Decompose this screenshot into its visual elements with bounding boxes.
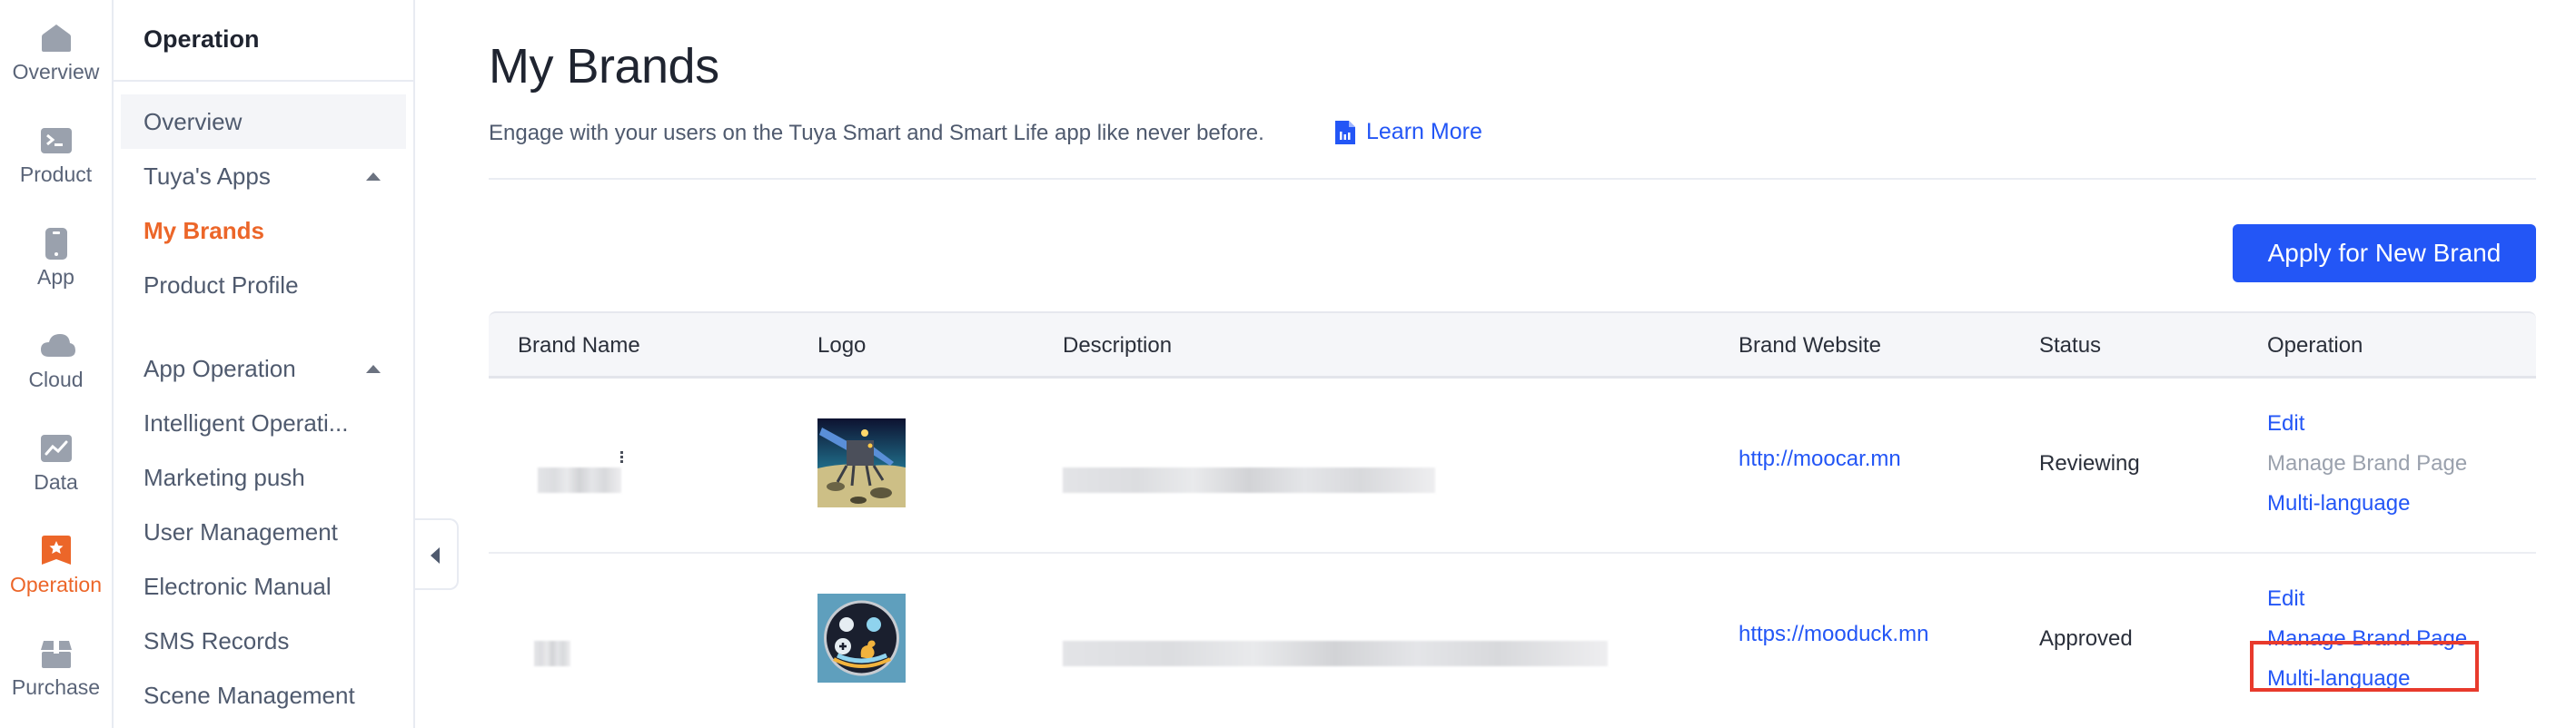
brand-website-link[interactable]: http://moocar.mn: [1739, 447, 1901, 472]
menu-item-label: User Management: [144, 518, 338, 546]
description-blurred: [1063, 641, 1608, 666]
rail-item-data[interactable]: Data: [0, 432, 112, 495]
cloud-icon: [40, 330, 75, 362]
brand-name-blurred: [538, 467, 621, 493]
apply-new-brand-button[interactable]: Apply for New Brand: [2233, 224, 2536, 282]
page-description: Engage with your users on the Tuya Smart…: [489, 121, 1264, 145]
rail-item-operation[interactable]: Operation: [0, 535, 112, 597]
brand-logo-duck-badge: [817, 594, 906, 683]
rail-label: App: [37, 265, 74, 289]
star-bookmark-icon: [40, 535, 73, 567]
brand-logo-lunar-lander: [817, 418, 906, 507]
menu-group-app-operation[interactable]: App Operation: [121, 341, 406, 396]
rail-item-cloud[interactable]: Cloud: [0, 330, 112, 392]
rail-item-purchase[interactable]: Purchase: [0, 637, 112, 700]
status-text: Reviewing: [2039, 451, 2140, 476]
icon-rail: Overview Product App Cloud Data Operatio…: [0, 0, 114, 728]
column-header-brand-name: Brand Name: [518, 333, 640, 358]
rail-label: Operation: [9, 573, 102, 596]
home-icon: [40, 22, 73, 54]
chevron-left-icon: [431, 547, 440, 564]
status-text: Approved: [2039, 626, 2133, 651]
description-blurred: [1063, 467, 1435, 493]
box-icon: [40, 637, 73, 670]
column-header-logo: Logo: [817, 333, 867, 358]
rail-label: Data: [34, 470, 78, 494]
rail-label: Purchase: [11, 675, 101, 699]
blurred-text-marker: [620, 451, 624, 466]
column-header-operation: Operation: [2267, 333, 2363, 358]
menu-item-marketing-push[interactable]: Marketing push: [121, 450, 406, 505]
caret-up-icon: [366, 365, 381, 373]
menu-item-electronic-manual[interactable]: Electronic Manual: [121, 559, 406, 614]
column-header-description: Description: [1063, 333, 1173, 358]
menu-item-label: Tuya's Apps: [144, 162, 271, 190]
rail-label: Overview: [12, 60, 100, 84]
chart-icon: [40, 432, 73, 465]
rail-item-product[interactable]: Product: [0, 124, 112, 187]
column-header-brand-website: Brand Website: [1739, 333, 1881, 358]
table-row: http://moocar.mn Reviewing Edit Manage B…: [489, 379, 2536, 554]
menu-item-sms-records[interactable]: SMS Records: [121, 614, 406, 668]
rail-item-app[interactable]: App: [0, 227, 112, 290]
menu-item-overview[interactable]: Overview: [121, 94, 406, 149]
column-header-status: Status: [2039, 333, 2102, 358]
menu-divider: [114, 80, 413, 82]
table-row: https://mooduck.mn Approved Edit Manage …: [489, 554, 2536, 728]
menu-title: Operation: [144, 25, 260, 53]
collapse-sidebar-button[interactable]: [415, 518, 459, 590]
menu-item-label: Scene Management: [144, 682, 355, 709]
manage-brand-page-link[interactable]: Manage Brand Page: [2267, 626, 2467, 652]
menu-item-product-profile[interactable]: Product Profile: [121, 258, 406, 312]
brands-table: Brand Name Logo Description Brand Websit…: [489, 311, 2536, 728]
menu-item-label: Overview: [144, 108, 243, 135]
page-title: My Brands: [489, 39, 719, 93]
document-icon: [1335, 120, 1355, 144]
header-divider: [489, 178, 2536, 180]
edit-link[interactable]: Edit: [2267, 411, 2304, 437]
rail-label: Cloud: [28, 368, 84, 391]
rail-label: Product: [19, 162, 93, 186]
terminal-icon: [40, 124, 73, 157]
menu-item-intelligent-operation[interactable]: Intelligent Operati...: [121, 396, 406, 450]
menu-item-label: Product Profile: [144, 271, 299, 299]
menu-item-my-brands[interactable]: My Brands: [121, 203, 406, 258]
learn-more-label: Learn More: [1366, 119, 1482, 144]
menu-item-label: My Brands: [144, 217, 264, 244]
table-header: Brand Name Logo Description Brand Websit…: [489, 311, 2536, 379]
multi-language-link[interactable]: Multi-language: [2267, 491, 2410, 516]
secondary-menu: Operation Overview Tuya's Apps My Brands…: [114, 0, 415, 728]
main-content: My Brands Engage with your users on the …: [489, 0, 2536, 728]
menu-item-label: Marketing push: [144, 464, 305, 491]
menu-item-label: Electronic Manual: [144, 573, 332, 600]
phone-icon: [40, 227, 73, 260]
menu-item-label: App Operation: [144, 355, 296, 382]
caret-up-icon: [366, 172, 381, 181]
menu-item-scene-management[interactable]: Scene Management: [121, 668, 406, 723]
edit-link[interactable]: Edit: [2267, 586, 2304, 612]
brand-name-blurred: [534, 641, 570, 666]
rail-item-overview[interactable]: Overview: [0, 22, 112, 84]
menu-item-label: SMS Records: [144, 627, 290, 654]
brand-website-link[interactable]: https://mooduck.mn: [1739, 622, 1928, 647]
menu-item-user-management[interactable]: User Management: [121, 505, 406, 559]
learn-more-link[interactable]: Learn More: [1335, 119, 1482, 145]
manage-brand-page-link: Manage Brand Page: [2267, 451, 2468, 476]
menu-group-tuyas-apps[interactable]: Tuya's Apps: [121, 149, 406, 203]
menu-item-label: Intelligent Operati...: [144, 409, 349, 437]
multi-language-link[interactable]: Multi-language: [2267, 666, 2410, 692]
